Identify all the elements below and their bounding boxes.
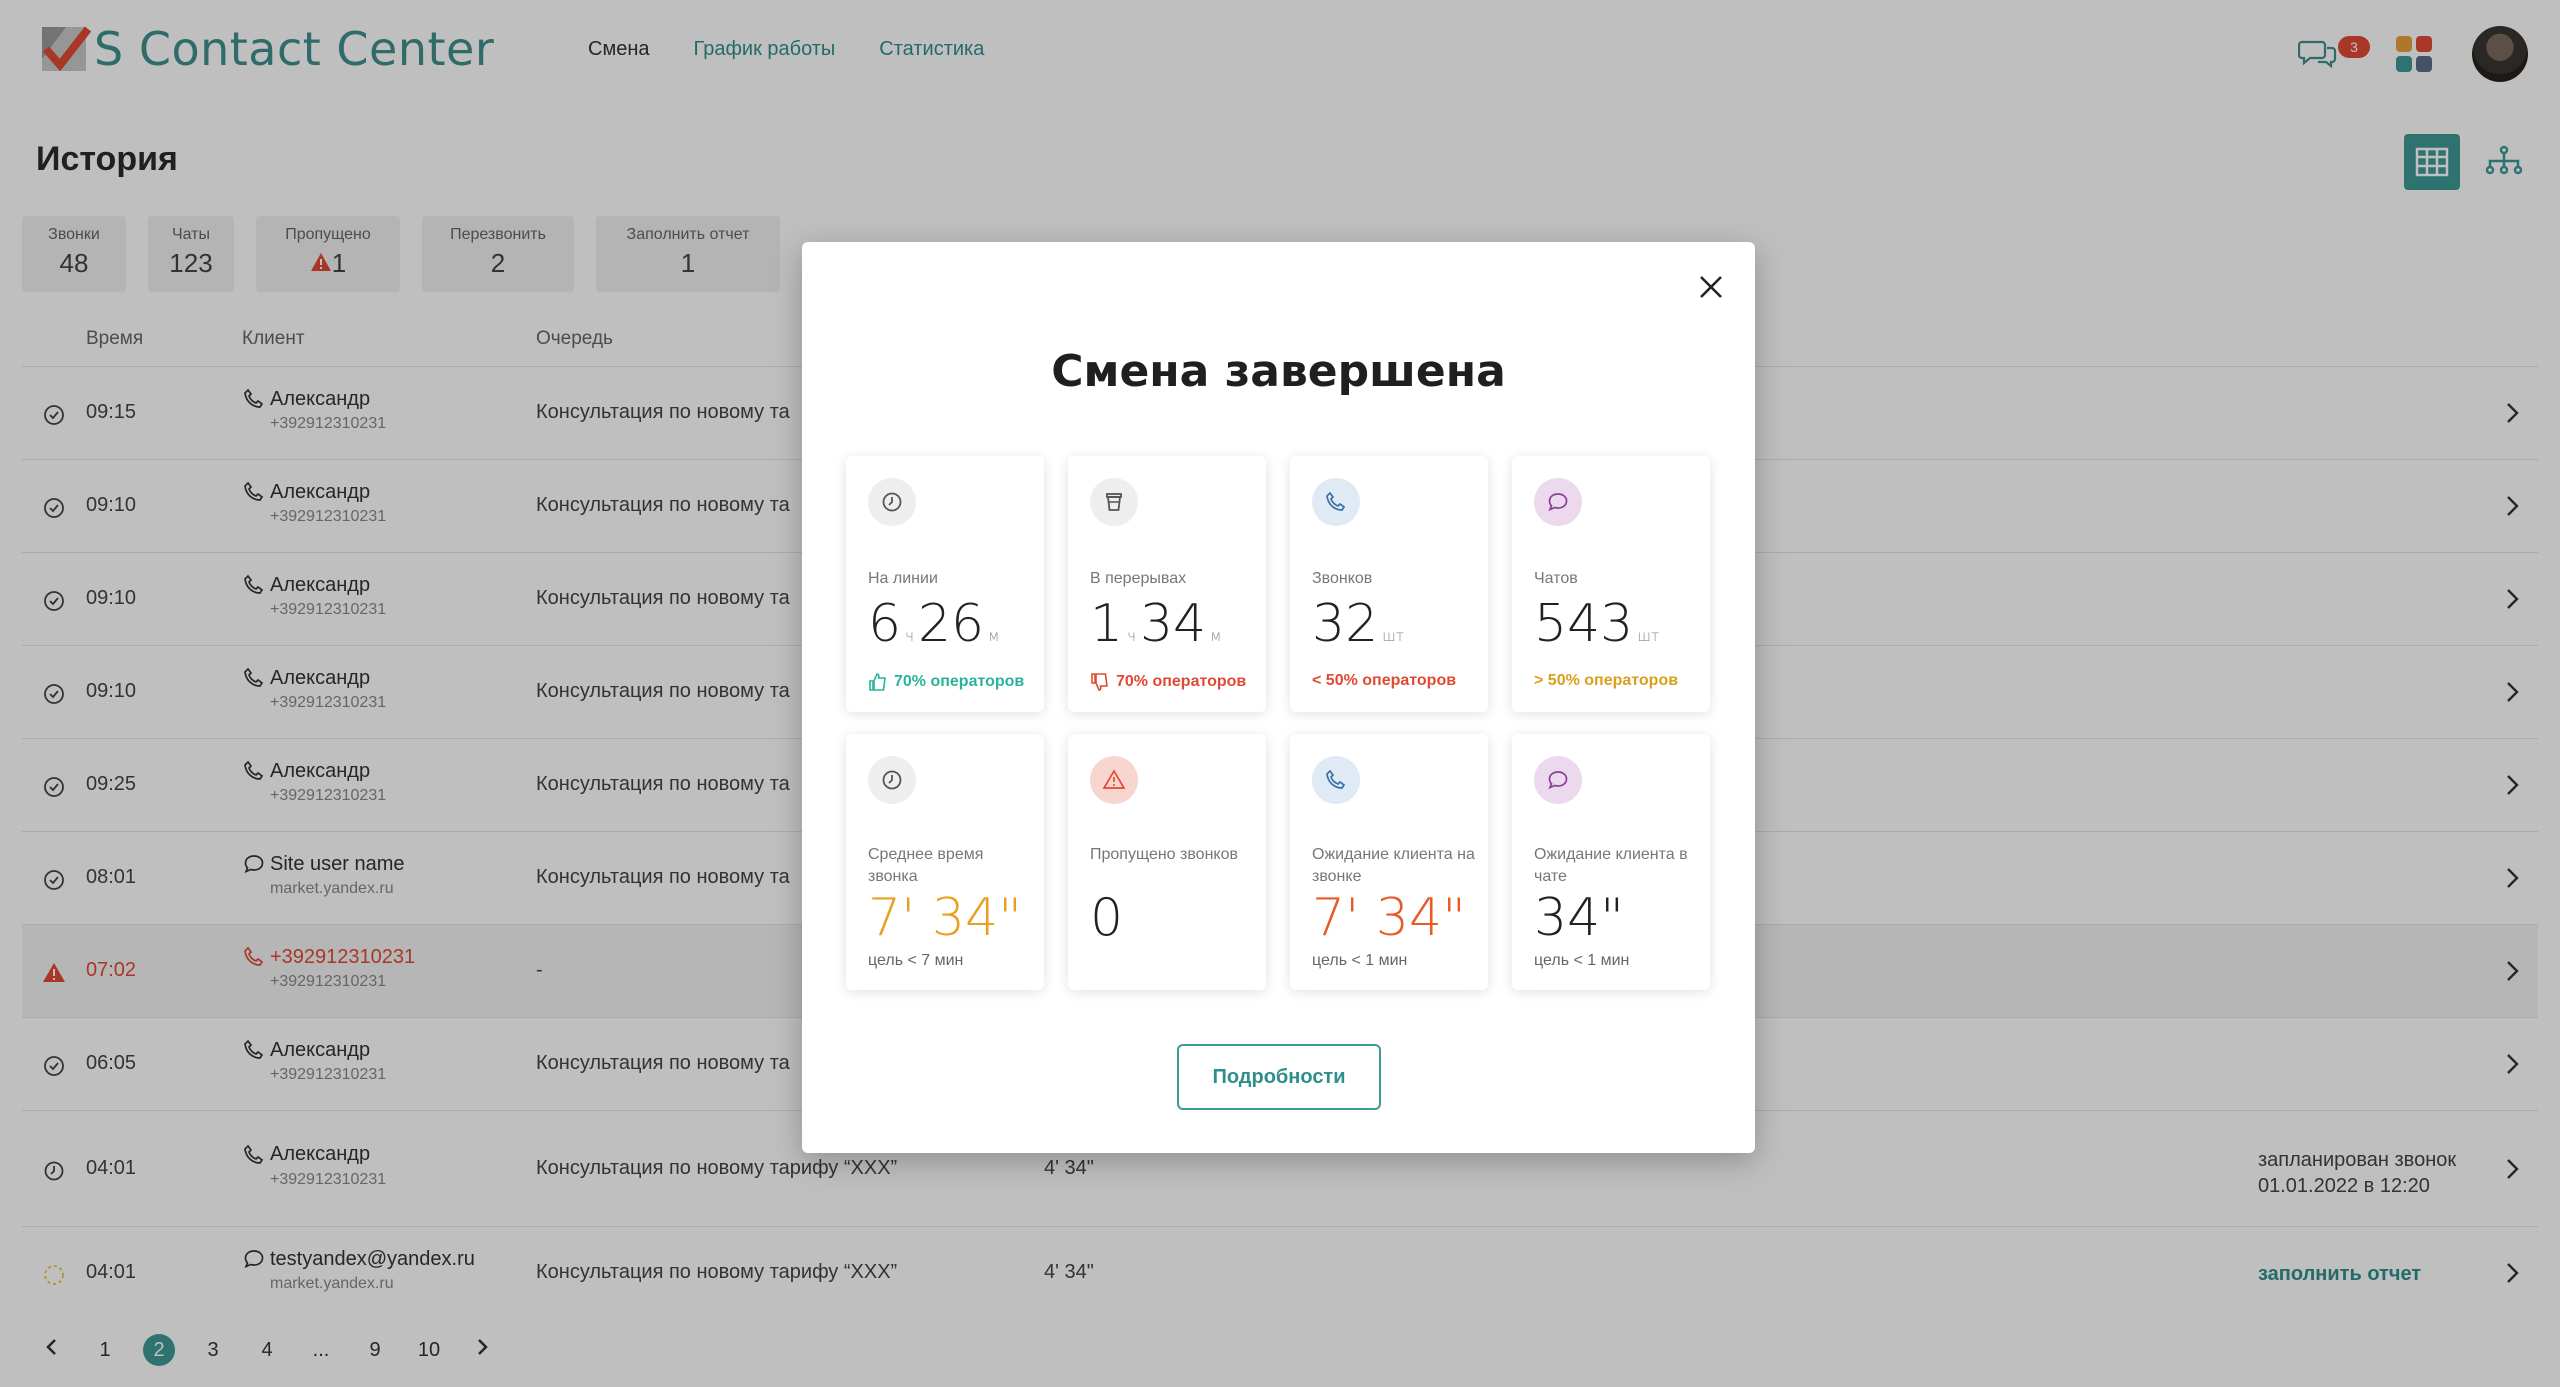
card-label: Звонков [1312, 570, 1373, 587]
card-label: Чатов [1534, 570, 1578, 587]
stat-card: Пропущено звонков 0 [1068, 734, 1266, 990]
modal-title: Смена завершена [1051, 346, 1506, 397]
card-label: Ожидание клиента на звонке [1312, 846, 1475, 885]
card-goal: цель < 1 мин [1534, 952, 1630, 969]
close-icon[interactable] [1690, 266, 1732, 308]
card-label: На линии [868, 570, 938, 587]
stat-card: Ожидание клиента на звонке 7' 34" цель <… [1290, 734, 1488, 990]
card-goal: цель < 1 мин [1312, 952, 1408, 969]
card-value: 0 [1090, 888, 1124, 948]
stat-card: На линии 6 ч26 м 70% операторов [846, 456, 1044, 712]
card-value: 7' 34" [1312, 888, 1466, 948]
card-comparison: 70% операторов [868, 672, 1024, 692]
card-value: 543 шт [1534, 594, 1660, 654]
clock-icon [868, 756, 916, 804]
details-button[interactable]: Подробности [1177, 1044, 1381, 1110]
card-comparison: 70% операторов [1090, 672, 1246, 692]
thumbs-up-icon [868, 672, 888, 692]
chat-bubble-icon [1534, 756, 1582, 804]
chat-bubble-icon [1534, 478, 1582, 526]
card-value: 6 ч26 м [868, 594, 1000, 654]
shift-complete-modal: Смена завершена На линии 6 ч26 м 70% опера… [802, 242, 1755, 1153]
card-value: 32 шт [1312, 594, 1405, 654]
card-value: 7' 34" [868, 888, 1022, 948]
coffee-cup-icon [1090, 478, 1138, 526]
clock-icon [868, 478, 916, 526]
card-label: В перерывах [1090, 570, 1187, 587]
card-goal: цель < 7 мин [868, 952, 964, 969]
phone-icon [1312, 478, 1360, 526]
card-label: Среднее время звонка [868, 846, 984, 885]
phone-icon [1312, 756, 1360, 804]
card-comparison: < 50% операторов [1312, 672, 1457, 689]
stat-card: Среднее время звонка 7' 34" цель < 7 мин [846, 734, 1044, 990]
card-value: 34" [1534, 888, 1625, 948]
stat-card: Звонков 32 шт < 50% операторов [1290, 456, 1488, 712]
stat-card: Чатов 543 шт > 50% операторов [1512, 456, 1710, 712]
stat-card: В перерывах 1 ч34 м 70% операторов [1068, 456, 1266, 712]
card-comparison: > 50% операторов [1534, 672, 1679, 689]
card-value: 1 ч34 м [1090, 594, 1222, 654]
card-label: Пропущено звонков [1090, 846, 1238, 863]
card-label: Ожидание клиента в чате [1534, 846, 1688, 885]
thumbs-down-icon [1090, 672, 1110, 692]
warning-icon [1090, 756, 1138, 804]
stat-card: Ожидание клиента в чате 34" цель < 1 мин [1512, 734, 1710, 990]
